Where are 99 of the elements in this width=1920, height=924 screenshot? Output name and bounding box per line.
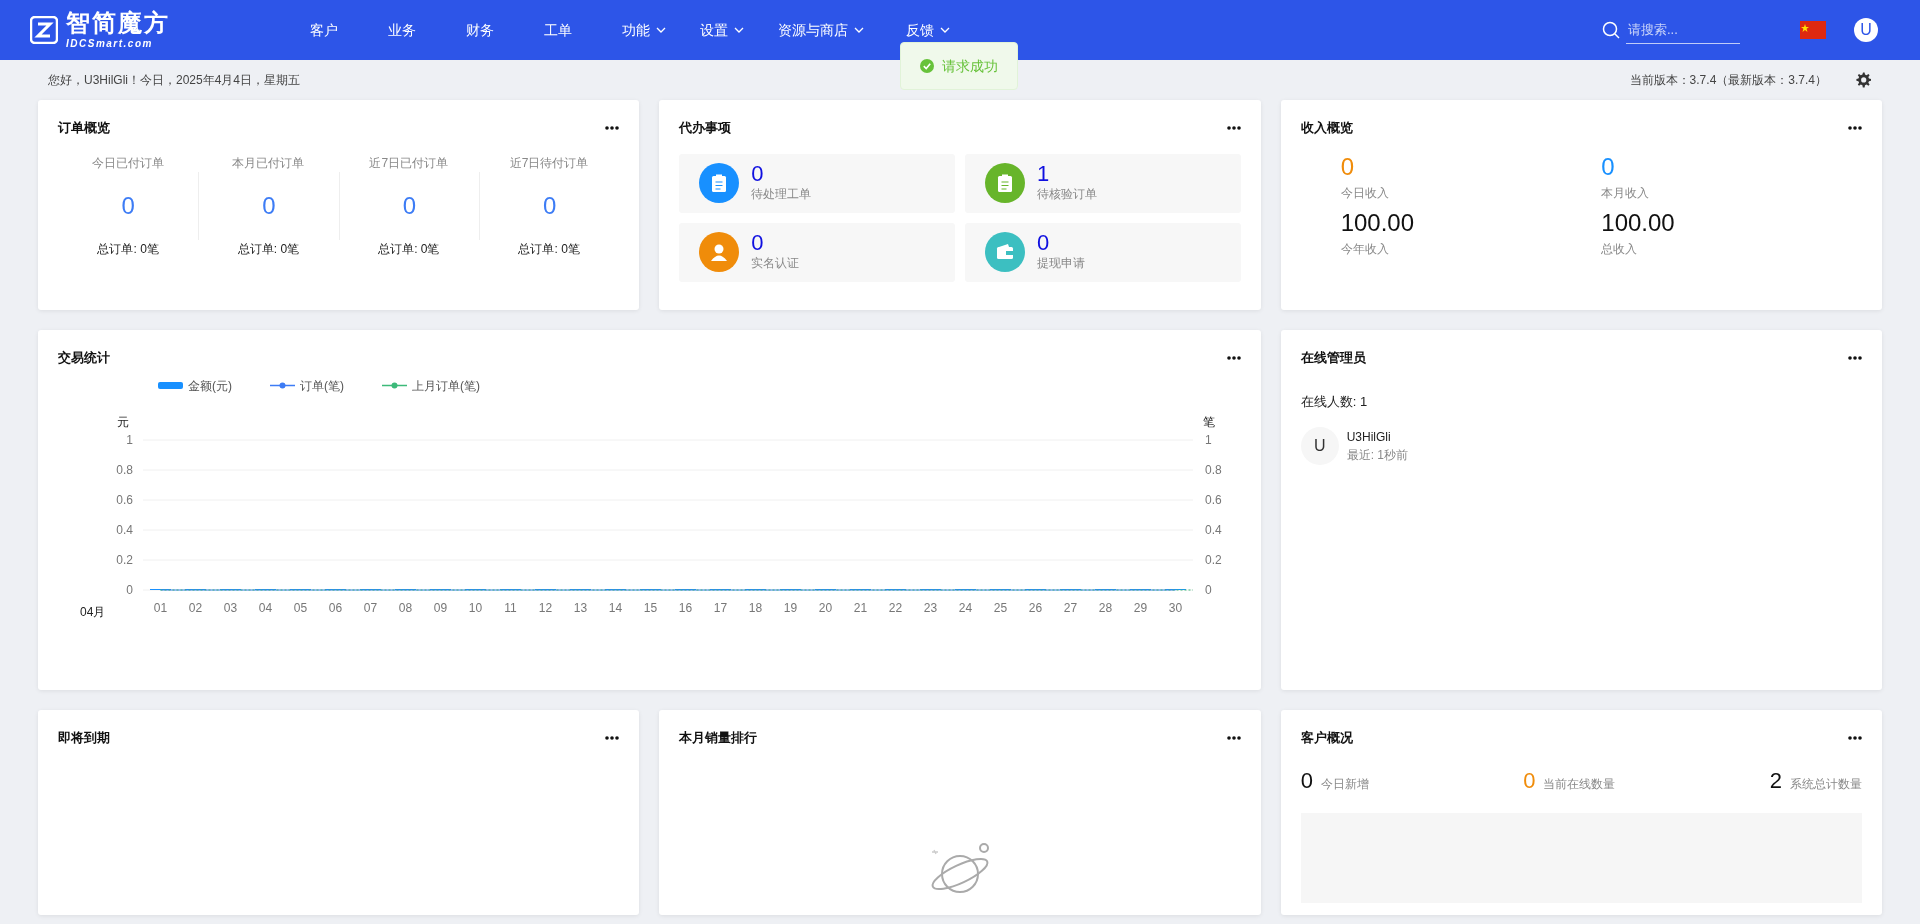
tick-label: 22 (888, 600, 903, 615)
card-title: 交易统计 (58, 349, 110, 367)
stat-label: 本月已付订单 (231, 154, 306, 172)
tick-label: 29 (1133, 600, 1148, 615)
tick-label: 0.2 (116, 552, 133, 567)
tick-label: 11 (504, 600, 517, 615)
stat-value: 0 (542, 191, 557, 219)
tick-label: 0.2 (1205, 552, 1222, 567)
income-label: 总收入 (1601, 241, 1639, 259)
income-label: 今年收入 (1340, 241, 1390, 259)
tick-label: 26 (1028, 600, 1043, 615)
stat-value: 0 (262, 191, 276, 219)
income-value: 0 (1601, 153, 1616, 180)
tick-label: 12 (538, 600, 553, 615)
tick-label: 1 (126, 432, 133, 447)
stat-total: 总订单: 0笔 (236, 240, 301, 258)
stat-label: 近7日待付订单 (508, 154, 590, 172)
tick-label: 02 (188, 600, 203, 615)
logo-text: 智简魔方 (66, 11, 170, 35)
income-label: 今日收入 (1340, 184, 1390, 202)
customer-count: 0 (1523, 766, 1536, 795)
admin-avatar: U (1300, 427, 1339, 465)
card-title: 在线管理员 (1300, 349, 1366, 367)
card-title: 代办事项 (679, 119, 732, 137)
tick-label: 06 (328, 600, 343, 615)
customer-label: 当前在线数量 (1543, 775, 1616, 793)
last-seen: 最近: 1秒前 (1346, 447, 1408, 464)
axis-title: 04月 (80, 604, 106, 619)
todo-label: 待处理工单 (751, 186, 812, 203)
tick-label: 0.8 (1205, 462, 1222, 477)
tick-label: 30 (1168, 600, 1183, 615)
admin-name: U3HilGli (1346, 429, 1392, 446)
customer-count: 0 (1300, 766, 1313, 795)
tick-label: 23 (923, 600, 938, 615)
stat-label: 今日已付订单 (91, 154, 166, 172)
legend-label: 订单(笔) (300, 378, 344, 393)
toast-message: 请求成功 (942, 56, 998, 76)
income-value: 100.00 (1340, 209, 1416, 237)
tick-label: 21 (853, 600, 868, 615)
customer-label: 今日新增 (1320, 775, 1369, 793)
tick-label: 16 (678, 600, 693, 615)
stat-value: 0 (402, 191, 416, 219)
tick-label: 0.4 (116, 522, 133, 537)
tick-label: 04 (258, 600, 273, 615)
tick-label: 0.6 (116, 492, 133, 507)
logo-domain: IDCSmart.com (66, 39, 154, 49)
tick-label: 19 (783, 600, 798, 615)
customer-count: 2 (1769, 766, 1782, 795)
tick-label: 05 (293, 600, 308, 615)
stat-total: 总订单: 0笔 (517, 240, 581, 258)
card-title: 本月销量排行 (679, 729, 758, 747)
tick-label: 10 (468, 600, 483, 615)
todo-label: 待核验订单 (1037, 186, 1097, 203)
todo-label: 实名认证 (751, 255, 800, 272)
legend-label: 上月订单(笔) (412, 378, 480, 393)
tick-label: 20 (818, 600, 833, 615)
todo-count: 0 (751, 163, 765, 185)
income-value: 0 (1340, 153, 1355, 180)
todo-count: 1 (1037, 163, 1051, 185)
card-title: 客户概况 (1300, 729, 1353, 747)
tick-label: 17 (713, 600, 728, 615)
tick-label: 01 (153, 600, 168, 615)
axis-title: 笔 (1203, 414, 1215, 429)
customer-label: 系统总计数量 (1789, 775, 1862, 793)
tick-label: 27 (1063, 600, 1078, 615)
todo-count: 0 (1037, 232, 1051, 254)
tick-label: 15 (643, 600, 658, 615)
tick-label: 07 (363, 600, 378, 615)
tick-label: 0.8 (116, 462, 133, 477)
online-count: 在线人数: 1 (1300, 392, 1369, 411)
income-value: 100.00 (1601, 209, 1676, 237)
tick-label: 18 (748, 600, 763, 615)
card-title: 收入概览 (1300, 119, 1353, 137)
stat-total: 总订单: 0笔 (377, 240, 441, 258)
card-title: 即将到期 (58, 729, 110, 747)
income-label: 本月收入 (1601, 184, 1651, 202)
tick-label: 28 (1098, 600, 1113, 615)
tick-label: 14 (608, 600, 623, 615)
axis-title: 元 (117, 414, 129, 429)
version-text: 当前版本：3.7.4（最新版本：3.7.4） (1629, 72, 1827, 89)
stat-value: 0 (121, 191, 135, 219)
tick-label: 09 (433, 600, 448, 615)
tick-label: 08 (398, 600, 413, 615)
tick-label: 0.6 (1205, 492, 1222, 507)
todo-count: 0 (751, 232, 765, 254)
tick-label: 25 (993, 600, 1008, 615)
tick-label: 24 (958, 600, 973, 615)
card-title: 订单概览 (58, 119, 110, 137)
tick-label: 13 (573, 600, 588, 615)
tick-label: 0.4 (1205, 522, 1222, 537)
todo-label: 提现申请 (1037, 255, 1085, 272)
stat-total: 总订单: 0笔 (96, 240, 160, 258)
tick-label: 03 (223, 600, 238, 615)
greeting-text: 您好，U3HilGli！今日，2025年4月4日，星期五 (48, 72, 301, 89)
tick-label: 0 (1205, 582, 1212, 597)
stat-label: 近7日已付订单 (368, 154, 450, 172)
legend-label: 金额(元) (188, 378, 232, 393)
tick-label: 0 (126, 582, 133, 597)
tick-label: 1 (1205, 432, 1212, 447)
